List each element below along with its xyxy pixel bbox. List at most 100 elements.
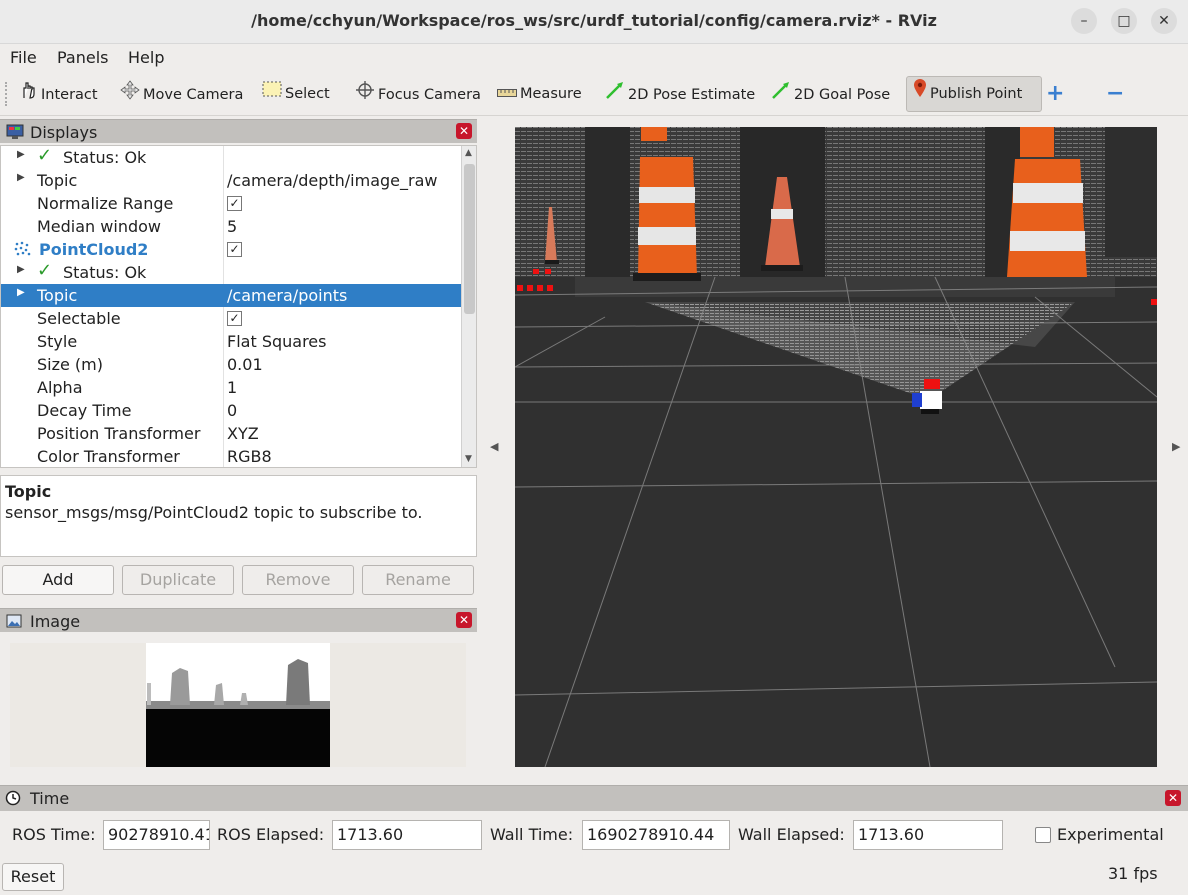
close-displays-button[interactable]: ✕ xyxy=(456,123,472,139)
row-checkbox[interactable]: ✓ xyxy=(227,242,242,257)
title-bar: /home/cchyun/Workspace/ros_ws/src/urdf_t… xyxy=(0,0,1188,44)
remove-display-button[interactable]: Remove xyxy=(242,565,354,595)
map-pin-icon xyxy=(913,77,927,111)
collapse-right-arrow-icon[interactable]: ▶ xyxy=(1172,440,1180,453)
tree-row[interactable]: Style Flat Squares xyxy=(1,330,461,353)
row-value[interactable]: XYZ xyxy=(227,424,259,443)
ros-time-field[interactable]: 90278910.41 xyxy=(103,820,210,850)
row-value[interactable]: 1 xyxy=(227,378,237,397)
pose-estimate-tool[interactable]: 2D Pose Estimate xyxy=(605,80,755,108)
row-value[interactable]: 0.01 xyxy=(227,355,263,374)
ros-elapsed-field[interactable]: 1713.60 xyxy=(332,820,482,850)
tree-row[interactable]: Color Transformer RGB8 xyxy=(1,445,461,467)
focus-camera-tool[interactable]: Focus Camera xyxy=(355,80,481,108)
tree-row-pointcloud2[interactable]: PointCloud2 ✓ xyxy=(1,238,461,261)
row-value[interactable]: /camera/depth/image_raw xyxy=(227,171,437,190)
minimize-button[interactable]: – xyxy=(1071,8,1097,34)
row-name: Size (m) xyxy=(37,355,103,374)
tree-row[interactable]: Decay Time 0 xyxy=(1,399,461,422)
goal-pose-tool[interactable]: 2D Goal Pose xyxy=(771,80,890,108)
row-value[interactable]: Flat Squares xyxy=(227,332,326,351)
scroll-up-icon[interactable]: ▲ xyxy=(465,148,472,158)
row-value[interactable]: 5 xyxy=(227,217,237,236)
tree-row[interactable]: ▶ Topic /camera/depth/image_raw xyxy=(1,169,461,192)
interact-tool[interactable]: Interact xyxy=(18,80,98,108)
green-arrow-icon xyxy=(771,80,791,110)
tree-row-selected[interactable]: ▶ Topic /camera/points xyxy=(1,284,461,307)
menu-file[interactable]: File xyxy=(10,48,37,67)
row-name: Status: Ok xyxy=(63,263,147,282)
row-name: Style xyxy=(37,332,78,351)
row-value[interactable]: /camera/points xyxy=(227,286,347,305)
tree-row[interactable]: Alpha 1 xyxy=(1,376,461,399)
duplicate-display-button[interactable]: Duplicate xyxy=(122,565,234,595)
row-name: Alpha xyxy=(37,378,83,397)
close-image-button[interactable]: ✕ xyxy=(456,612,472,628)
focus-camera-label: Focus Camera xyxy=(378,87,481,103)
row-checkbox[interactable]: ✓ xyxy=(227,311,242,326)
wall-elapsed-label: Wall Elapsed: xyxy=(738,825,845,844)
row-name: Status: Ok xyxy=(63,148,147,167)
wall-time-field[interactable]: 1690278910.44 xyxy=(582,820,730,850)
ros-time-label: ROS Time: xyxy=(12,825,96,844)
interact-label: Interact xyxy=(41,87,98,103)
image-panel-header: Image ✕ xyxy=(0,608,477,632)
row-name: Position Transformer xyxy=(37,424,201,443)
measure-label: Measure xyxy=(520,86,582,102)
time-panel-title: Time xyxy=(30,789,70,808)
tree-scrollbar[interactable]: ▲ ▼ xyxy=(461,146,476,467)
depth-image xyxy=(146,643,330,767)
experimental-checkbox[interactable] xyxy=(1035,827,1051,843)
tree-row[interactable]: Selectable ✓ xyxy=(1,307,461,330)
check-icon: ✓ xyxy=(37,145,53,166)
scroll-down-icon[interactable]: ▼ xyxy=(465,454,472,464)
collapse-left-arrow-icon[interactable]: ◀ xyxy=(490,440,498,453)
displays-title: Displays xyxy=(30,123,98,142)
tree-row[interactable]: ▶ ✓ Status: Ok xyxy=(1,146,461,169)
toolbar: Interact Move Camera Select Focus Camera… xyxy=(0,72,1188,116)
close-window-button[interactable]: ✕ xyxy=(1151,8,1177,34)
tree-row[interactable]: ▶ ✓ Status: Ok xyxy=(1,260,461,284)
fps-counter: 31 fps xyxy=(1108,864,1158,883)
add-display-button[interactable]: Add xyxy=(2,565,114,595)
crosshair-icon xyxy=(355,80,375,110)
wall-elapsed-field[interactable]: 1713.60 xyxy=(853,820,1003,850)
menu-panels[interactable]: Panels xyxy=(57,48,109,67)
measure-tool[interactable]: Measure xyxy=(497,80,582,108)
row-name: Topic xyxy=(37,171,78,190)
row-checkbox[interactable]: ✓ xyxy=(227,196,242,211)
description-text: sensor_msgs/msg/PointCloud2 topic to sub… xyxy=(5,503,423,522)
tree-row[interactable]: Size (m) 0.01 xyxy=(1,353,461,376)
displays-tree[interactable]: ▶ ✓ Status: Ok ▶ Topic /camera/depth/ima… xyxy=(0,145,477,468)
goal-pose-label: 2D Goal Pose xyxy=(794,87,891,103)
toolbar-grip[interactable] xyxy=(5,82,9,106)
select-label: Select xyxy=(285,86,330,102)
row-value[interactable]: RGB8 xyxy=(227,447,272,466)
row-value[interactable]: 0 xyxy=(227,401,237,420)
publish-point-tool[interactable]: Publish Point xyxy=(906,76,1042,112)
green-arrow-icon xyxy=(605,80,625,110)
tree-row[interactable]: Position Transformer XYZ xyxy=(1,422,461,445)
render-3d-view[interactable] xyxy=(515,127,1157,767)
time-panel-header: Time ✕ xyxy=(0,785,1188,811)
maximize-button[interactable]: □ xyxy=(1111,8,1137,34)
row-name: Selectable xyxy=(37,309,121,328)
image-icon xyxy=(6,613,22,629)
tree-row[interactable]: Normalize Range ✓ xyxy=(1,192,461,215)
menu-help[interactable]: Help xyxy=(128,48,164,67)
scroll-thumb[interactable] xyxy=(464,164,475,314)
remove-tool-button[interactable]: − xyxy=(1106,80,1124,108)
expand-arrow-icon[interactable]: ▶ xyxy=(17,264,25,275)
rename-display-button[interactable]: Rename xyxy=(362,565,474,595)
reset-button[interactable]: Reset xyxy=(2,863,64,891)
experimental-label: Experimental xyxy=(1057,825,1164,844)
add-tool-button[interactable]: + xyxy=(1046,80,1064,108)
expand-arrow-icon[interactable]: ▶ xyxy=(17,149,25,160)
expand-arrow-icon[interactable]: ▶ xyxy=(17,172,25,183)
select-tool[interactable]: Select xyxy=(262,80,330,108)
close-time-button[interactable]: ✕ xyxy=(1165,790,1181,806)
scene-3d xyxy=(515,127,1157,767)
move-camera-tool[interactable]: Move Camera xyxy=(120,80,243,108)
tree-row[interactable]: Median window 5 xyxy=(1,215,461,238)
expand-arrow-icon[interactable]: ▶ xyxy=(17,287,25,298)
